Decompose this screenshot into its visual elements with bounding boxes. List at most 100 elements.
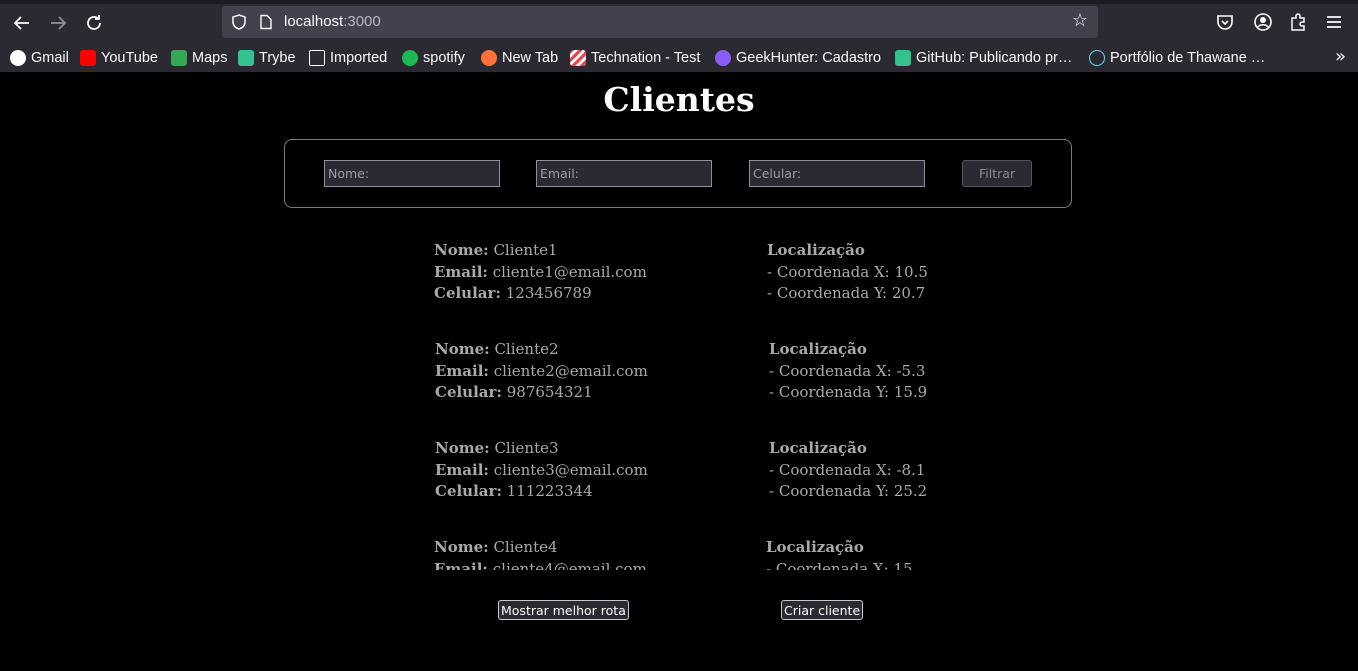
menu-icon[interactable]	[1323, 11, 1345, 33]
client-list[interactable]: Nome: Cliente1 Email: cliente1@email.com…	[0, 236, 1358, 570]
bookmark-new-tab[interactable]: New Tab	[481, 48, 558, 68]
coord-y-value: 25.2	[893, 482, 928, 501]
technation-icon	[570, 50, 586, 66]
tab-strip-edge	[0, 0, 1358, 4]
youtube-icon	[80, 50, 96, 66]
reload-icon[interactable]	[81, 10, 107, 36]
filter-button[interactable]: Filtrar	[962, 160, 1032, 187]
email-value: cliente1@email.com	[492, 262, 647, 281]
account-icon[interactable]	[1252, 11, 1274, 33]
name-label: Nome:	[434, 241, 489, 259]
coord-y: - Coordenada Y: 15.9	[769, 382, 927, 404]
email-value: cliente4@email.com	[492, 559, 647, 570]
filter-form: Filtrar	[284, 139, 1072, 208]
coord-x-label: - Coordenada X:	[767, 262, 890, 281]
coord-x: - Coordenada X: -8.1	[769, 460, 927, 482]
coord-y-value: 15.9	[893, 383, 928, 402]
bookmark-label: Technation - Test	[591, 50, 701, 66]
extensions-icon[interactable]	[1287, 11, 1309, 33]
url-host: localhost	[284, 13, 344, 30]
name-value: Cliente2	[494, 340, 559, 358]
client-name: Nome: Cliente4	[434, 537, 647, 559]
bookmark-label: Trybe	[259, 50, 296, 66]
bookmark-maps[interactable]: Maps	[171, 48, 227, 68]
email-label: Email:	[435, 361, 489, 380]
shield-icon[interactable]	[230, 13, 248, 31]
bookmark-spotify[interactable]: spotify	[402, 48, 465, 68]
coord-x-label: - Coordenada X:	[769, 361, 892, 380]
url-text[interactable]: localhost:3000	[284, 13, 381, 30]
email-label: Email:	[434, 559, 488, 570]
coord-x-value: -8.1	[896, 460, 926, 479]
client-name: Nome: Cliente3	[435, 438, 648, 460]
client-phone: Celular: 111223344	[435, 481, 648, 503]
client-card: Nome: Cliente3 Email: cliente3@email.com…	[0, 434, 1358, 533]
client-name: Nome: Cliente1	[434, 240, 647, 262]
email-label: Email:	[435, 460, 489, 479]
coord-y: - Coordenada Y: 20.7	[767, 283, 928, 305]
show-best-route-button[interactable]: Mostrar melhor rota	[498, 600, 629, 620]
phone-label: Celular:	[434, 284, 501, 303]
spotify-icon	[402, 50, 418, 66]
name-label: Nome:	[434, 538, 489, 556]
bookmark-label: Gmail	[31, 50, 69, 66]
coord-y-label: - Coordenada Y:	[769, 383, 890, 402]
bookmark-label: GeekHunter: Cadastro	[736, 50, 882, 66]
bookmark-gmail[interactable]: Gmail	[10, 48, 69, 68]
coord-y-label: - Coordenada Y:	[769, 482, 890, 501]
bookmark-label: Portfólio de Thawane …	[1110, 50, 1266, 66]
back-icon[interactable]	[9, 10, 35, 36]
client-email: Email: cliente2@email.com	[435, 361, 648, 383]
name-label: Nome:	[435, 340, 490, 358]
name-filter-input[interactable]	[324, 160, 500, 187]
bookmark-label: spotify	[423, 50, 465, 66]
location-heading: Localização	[767, 241, 865, 259]
coord-x-value: -5.3	[896, 361, 926, 380]
bookmarks-bar: Gmail YouTube Maps Trybe Imported spotif…	[0, 44, 1358, 71]
bookmark-star-icon[interactable]: ☆	[1070, 11, 1090, 31]
create-client-button[interactable]: Criar cliente	[781, 600, 864, 620]
client-name: Nome: Cliente2	[435, 339, 648, 361]
bookmark-label: Imported	[330, 50, 388, 66]
phone-filter-input[interactable]	[749, 160, 925, 187]
name-value: Cliente3	[494, 439, 559, 457]
bookmark-label: YouTube	[101, 50, 158, 66]
address-bar[interactable]: localhost:3000 ☆	[222, 6, 1098, 38]
bookmark-portfolio[interactable]: Portfólio de Thawane …	[1089, 48, 1265, 68]
email-value: cliente3@email.com	[493, 460, 648, 479]
maps-icon	[171, 50, 187, 66]
client-email: Email: cliente1@email.com	[434, 262, 647, 284]
bookmark-trybe[interactable]: Trybe	[238, 48, 296, 68]
bookmark-github[interactable]: GitHub: Publicando pr…	[895, 48, 1072, 68]
react-icon	[1089, 50, 1105, 66]
email-value: cliente2@email.com	[493, 361, 648, 380]
location-heading: Localização	[769, 439, 867, 457]
pocket-icon[interactable]	[1214, 11, 1236, 33]
forward-icon[interactable]	[45, 10, 71, 36]
bookmark-youtube[interactable]: YouTube	[80, 48, 158, 68]
geekhunter-icon	[715, 50, 731, 66]
bookmark-folder-imported[interactable]: Imported	[309, 48, 387, 68]
location-heading: Localização	[766, 538, 864, 556]
trybe-icon	[895, 50, 911, 66]
email-label: Email:	[434, 262, 488, 281]
bookmark-label: Maps	[192, 50, 228, 66]
page-title: Clientes	[603, 80, 755, 119]
coord-y-value: 20.7	[891, 284, 926, 303]
location-heading: Localização	[769, 340, 867, 358]
chevron-double-right-icon[interactable]: »	[1335, 46, 1346, 67]
folder-icon	[309, 50, 325, 66]
coord-x: - Coordenada X: 10.5	[767, 262, 928, 284]
coord-y-label: - Coordenada Y:	[767, 284, 888, 303]
firefox-icon	[481, 50, 497, 66]
name-value: Cliente4	[493, 538, 558, 556]
google-icon	[10, 50, 26, 66]
phone-value: 111223344	[506, 482, 593, 501]
coord-x-label: - Coordenada X:	[766, 559, 889, 570]
bookmark-label: GitHub: Publicando pr…	[916, 50, 1073, 66]
bookmark-geekhunter[interactable]: GeekHunter: Cadastro	[715, 48, 881, 68]
bookmark-technation[interactable]: Technation - Test	[570, 48, 700, 68]
email-filter-input[interactable]	[536, 160, 712, 187]
name-label: Nome:	[435, 439, 490, 457]
page-icon[interactable]	[258, 14, 274, 30]
